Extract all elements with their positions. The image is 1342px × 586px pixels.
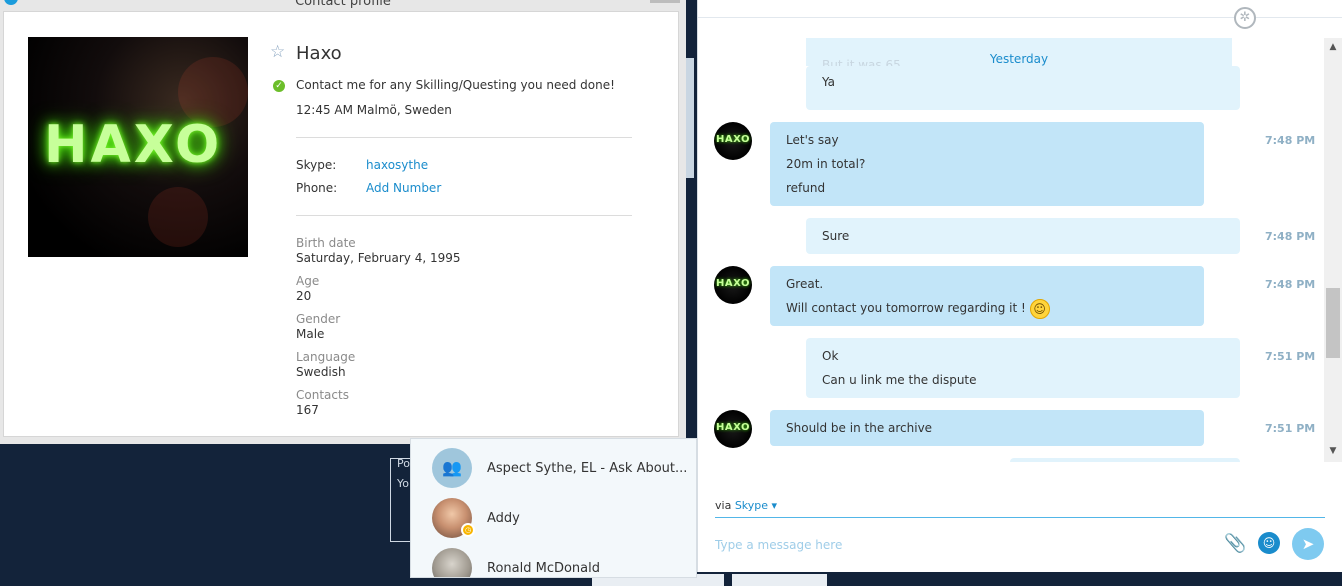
profile-name: Haxo — [296, 43, 342, 64]
mood-message: Contact me for any Skilling/Questing you… — [296, 78, 615, 92]
smiley-icon: ☺ — [1029, 298, 1050, 319]
message-text: Should be in the archive — [786, 421, 933, 435]
message-bubble[interactable]: Sure — [806, 218, 1240, 254]
timestamp: 7:48 PM — [1265, 134, 1316, 147]
contact-item[interactable]: Ronald McDonald — [411, 545, 696, 577]
scroll-up-icon[interactable]: ▲ — [1324, 42, 1342, 52]
skype-label: Skype: — [296, 158, 337, 172]
avatar-mini-text: HAXO — [716, 278, 750, 289]
language-value: Swedish — [296, 365, 346, 379]
send-button[interactable]: ➤ — [1292, 528, 1324, 560]
phone-label: Phone: — [296, 181, 338, 195]
online-status-icon: ✓ — [273, 80, 285, 92]
contact-item[interactable]: 👥 Aspect Sythe, EL - Ask About... — [411, 445, 696, 493]
message-text: Great. — [786, 277, 824, 291]
avatar[interactable]: HAXO — [714, 266, 752, 304]
timestamp: 7:48 PM — [1265, 230, 1316, 243]
paperclip-icon[interactable]: 📎 — [1224, 533, 1246, 554]
contact-name: Aspect Sythe, EL - Ask About... — [487, 461, 688, 476]
compose-divider — [715, 517, 1325, 518]
contact-name: Addy — [487, 511, 520, 526]
via-label: via — [715, 499, 732, 512]
background-label: Yo — [397, 477, 409, 490]
avatar-mini-text: HAXO — [716, 134, 750, 145]
contact-name: Ronald McDonald — [487, 561, 601, 576]
chevron-down-icon[interactable]: ▾ — [772, 499, 778, 512]
local-time: 12:45 AM Malmö, Sweden — [296, 103, 452, 117]
gender-value: Male — [296, 327, 325, 341]
age-label: Age — [296, 274, 320, 288]
gender-label: Gender — [296, 312, 341, 326]
message-text: Sure — [822, 229, 850, 243]
message-bubble[interactable]: Great. Will contact you tomorrow regardi… — [770, 266, 1204, 326]
group-icon: 👥 — [442, 458, 462, 477]
avatar-mini-text: HAXO — [716, 422, 750, 433]
background-strip — [732, 574, 827, 586]
divider — [296, 137, 632, 138]
star-icon[interactable]: ☆ — [270, 42, 285, 62]
contact-item[interactable]: ◷ Addy — [411, 495, 696, 543]
message-history: But it was 65 Yesterday Ya HAXO Let's sa… — [698, 38, 1324, 462]
message-text: Can u link me the dispute — [822, 373, 977, 387]
message-text: refund — [786, 181, 826, 195]
close-button[interactable] — [650, 0, 680, 3]
timestamp: 7:48 PM — [1265, 278, 1316, 291]
message-text: Will contact you tomorrow regarding it ! — [786, 301, 1026, 315]
profile-content: HAXO ☆ Haxo ✓ Contact me for any Skillin… — [3, 11, 679, 437]
group-avatar: 👥 — [432, 448, 472, 488]
avatar-logo-text: HAXO — [44, 115, 223, 175]
background-label: Po — [397, 457, 410, 470]
globe-icon[interactable]: ✲ — [1234, 7, 1256, 29]
skype-name-link[interactable]: haxosythe — [366, 158, 428, 172]
scrollbar[interactable] — [686, 58, 694, 178]
age-value: 20 — [296, 289, 312, 303]
timestamp: 7:51 PM — [1265, 350, 1316, 363]
message-text: 20m in total? — [786, 157, 866, 171]
window-title: Contact profile — [295, 0, 391, 9]
message-bubble[interactable] — [1010, 458, 1240, 462]
divider — [296, 215, 632, 216]
message-text: Let's say — [786, 133, 839, 147]
send-icon: ➤ — [1301, 535, 1315, 553]
profile-avatar: HAXO — [28, 37, 248, 257]
chat-scrollbar[interactable]: ▲ ▼ — [1324, 38, 1342, 462]
message-input[interactable] — [715, 534, 1195, 556]
contacts-value: 167 — [296, 403, 319, 417]
birth-date-label: Birth date — [296, 236, 356, 250]
day-label: Yesterday — [989, 52, 1049, 66]
away-icon: ◷ — [461, 523, 475, 537]
message-bubble[interactable]: Ok Can u link me the dispute — [806, 338, 1240, 398]
lens-flare — [148, 187, 208, 247]
contact-profile-window: Contact profile HAXO ☆ Haxo ✓ Contact me… — [0, 0, 686, 444]
scroll-thumb[interactable] — [1326, 288, 1340, 358]
chat-panel: ✲ But it was 65 Yesterday Ya HAXO Let's … — [697, 0, 1342, 572]
language-label: Language — [296, 350, 356, 364]
message-bubble[interactable]: Let's say 20m in total? refund — [770, 122, 1204, 206]
avatar — [432, 548, 472, 577]
emoticon-icon[interactable]: ☺ — [1258, 532, 1280, 554]
message-text: Ok — [822, 349, 839, 363]
contacts-label: Contacts — [296, 388, 349, 402]
birth-date-value: Saturday, February 4, 1995 — [296, 251, 461, 265]
message-bubble[interactable]: Should be in the archive — [770, 410, 1204, 446]
via-service[interactable]: Skype — [735, 499, 768, 512]
message-bubble[interactable]: Ya — [806, 66, 1240, 110]
scroll-down-icon[interactable]: ▼ — [1324, 446, 1342, 456]
timestamp: 7:51 PM — [1265, 422, 1316, 435]
day-separator: But it was 65 Yesterday — [806, 38, 1232, 72]
avatar[interactable]: HAXO — [714, 410, 752, 448]
message-text: Ya — [822, 75, 836, 89]
via-selector[interactable]: via Skype ▾ — [715, 499, 777, 512]
add-number-link[interactable]: Add Number — [366, 181, 441, 195]
avatar[interactable]: HAXO — [714, 122, 752, 160]
contacts-list: 👥 Aspect Sythe, EL - Ask About... ◷ Addy… — [410, 438, 697, 578]
